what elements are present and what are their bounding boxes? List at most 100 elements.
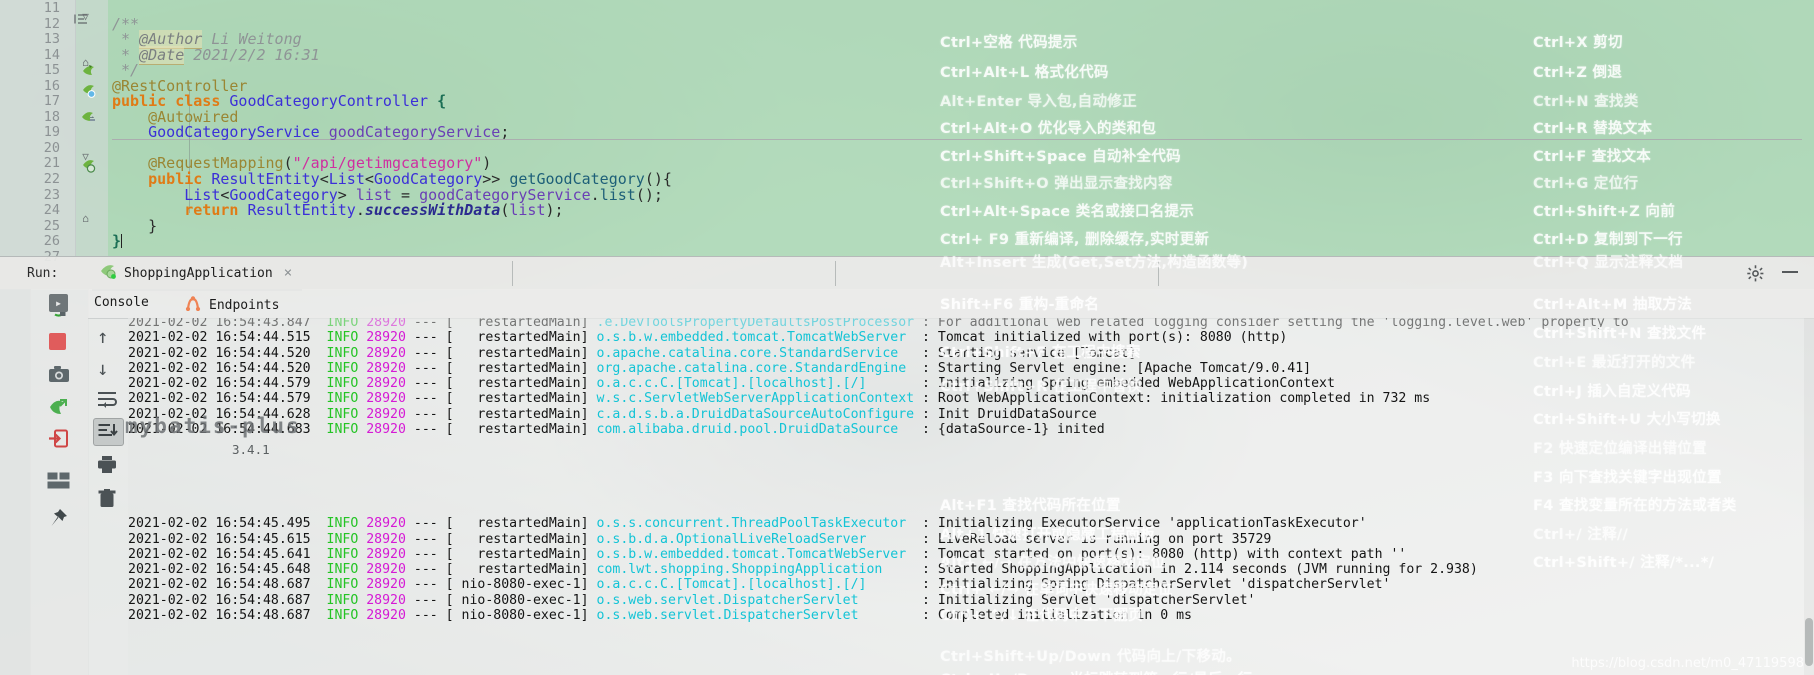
shortcut-hint-right-16: F4 查找变量所在的方法或者类 [1533,498,1737,514]
shortcut-hint-right-4: Ctrl+F 查找文本 [1533,149,1652,165]
shortcut-hint-right-0: Ctrl+X 剪切 [1533,35,1623,51]
shortcut-hint-right-8: Ctrl+Q 显示注释文档 [1533,255,1684,271]
endpoints-icon [184,295,202,315]
console-log-line: 2021-02-02 16:54:45.495 INFO 28920 --- [… [128,516,1367,532]
line-number: 26 [43,233,60,250]
bean-autowired-icon[interactable] [81,110,96,125]
code-line: } [148,216,158,235]
shortcut-hint-right-13: Ctrl+Shift+U 大小写切换 [1533,412,1721,428]
tab-endpoints-label: Endpoints [209,297,280,313]
spring-boot-run-icon [100,263,117,283]
line-number-column: 1112131415161718192021222324252627 [0,0,60,265]
shortcut-hint-right-11: Ctrl+E 最近打开的文件 [1533,355,1696,371]
shortcut-hint-right-15: F3 向下查找关键字出现位置 [1533,470,1722,486]
line-number: 14 [43,46,60,63]
shortcut-hint-left-16: Ctrl+ ↑/↓ 在代码中上下翻页 [940,608,1143,624]
close-icon[interactable]: × [284,265,292,281]
fold-end-icon-2[interactable]: ⌂ [80,213,91,224]
thread-dump-icon[interactable] [48,397,70,419]
line-number: 13 [43,31,60,48]
run-tab-label: ShoppingApplication [124,265,273,281]
exit-icon[interactable] [48,429,70,451]
shortcut-hint-left-11: Ctrl+Shift+R 在工程中替换 [940,379,1142,395]
shortcut-hint-right-17: Ctrl+/ 注释// [1533,527,1629,543]
spring-bean-icon[interactable] [81,63,96,78]
console-log-line: 2021-02-02 16:54:45.648 INFO 28920 --- [… [128,562,1478,578]
tab-console[interactable]: Console [94,295,149,310]
shortcut-hint-right-14: F2 快速定位编译出错位置 [1533,441,1707,457]
code-line: * @Date 2021/2/2 16:31 [112,45,320,65]
line-number: 23 [43,186,60,203]
shortcut-hint-left-12: Alt+F1 查找代码所在位置 [940,498,1121,514]
pin-icon[interactable] [49,508,71,530]
runbar-divider-2 [835,261,836,286]
spring-endpoint-icon[interactable] [81,158,96,173]
fold-arrow-icon[interactable]: ▽ [80,11,91,22]
line-number: 12 [43,15,60,32]
console-log-line: 2021-02-02 16:54:44.579 INFO 28920 --- [… [128,376,1335,391]
line-number: 11 [43,0,60,16]
shortcut-hint-left-4: Ctrl+Shift+Space 自动补全代码 [940,149,1181,165]
shortcut-hint-left-7: Ctrl+ F9 重新编译, 删除缓存,实时更新 [940,232,1210,248]
run-actions-column[interactable] [30,289,89,675]
shortcut-hint-right-10: Ctrl+Shift+N 查找文件 [1533,326,1707,342]
clear-all-icon[interactable] [98,489,120,511]
shortcut-hint-left-5: Ctrl+Shift+O 弹出显示查找内容 [940,176,1173,192]
shortcut-hint-right-2: Ctrl+N 查找类 [1533,94,1639,110]
scroll-down-icon[interactable]: ↓ [97,360,119,382]
console-scrollbar-thumb[interactable] [1805,618,1813,666]
tab-endpoints[interactable]: Endpoints [184,295,279,315]
console-log-line: 2021-02-02 16:54:44.579 INFO 28920 --- [… [128,391,1431,407]
shortcut-hint-right-5: Ctrl+G 定位行 [1533,176,1639,192]
console-log-line: 2021-02-02 16:54:48.687 INFO 28920 --- [… [128,577,1391,593]
camera-icon[interactable] [48,365,70,387]
shortcut-hint-left-3: Ctrl+Alt+O 优化导入的类和包 [940,121,1157,137]
line-number: 16 [43,77,60,94]
line-number: 22 [43,171,60,188]
left-toolwindow-strip[interactable]: 2: Favorites ★ Web [0,289,31,675]
code-text[interactable]: /** * @Author Li Weitong * @Date 2021/2/… [112,0,672,265]
runbar-divider-1 [512,261,513,286]
gear-icon[interactable] [1747,265,1764,282]
shortcut-hint-right-12: Ctrl+J 插入自定义代码 [1533,384,1691,400]
console-log-line: 2021-02-02 16:54:44.520 INFO 28920 --- [… [128,360,1312,376]
console-actions-column[interactable]: ↑ ↓ [88,318,128,675]
soft-wrap-icon[interactable] [96,390,118,412]
mybatis-plus-banner: mybatis-plus [125,414,301,438]
shortcut-hint-left-15: Ctrl+ ←/→ 在单词中快速移动定位 [940,582,1173,598]
shortcut-hint-right-6: Ctrl+Shift+Z 向前 [1533,204,1676,220]
line-number: 19 [43,124,60,141]
shortcut-hint-right-1: Ctrl+Z 倒退 [1533,65,1623,81]
run-tab-shoppingapplication[interactable]: ShoppingApplication × [92,257,303,291]
shortcut-hint-right-7: Ctrl+D 复制到下一行 [1533,232,1683,248]
layout-icon[interactable] [47,472,70,494]
line-number: 20 [43,139,60,156]
shortcut-hint-left-18: Ctrl+ Up/Down 光标跳转到第一行/最后一行 [940,668,1253,675]
console-scrollbar[interactable] [1804,318,1814,675]
line-number: 25 [43,217,60,234]
shortcut-hint-right-9: Ctrl+Alt+M 抽取方法 [1533,297,1693,313]
minimize-icon[interactable] [1782,271,1798,273]
shortcut-hint-right-18: Ctrl+Shift+/ 注释/*...*/ [1533,555,1715,571]
console-log-line: 2021-02-02 16:54:45.641 INFO 28920 --- [… [128,546,1407,562]
shortcut-hint-left-1: Ctrl+Alt+L 格式化代码 [940,65,1109,81]
line-number: 17 [43,93,60,110]
stop-icon[interactable] [49,333,66,350]
line-number: 21 [43,155,60,172]
run-label: Run: [27,266,59,281]
code-line: } [112,232,123,251]
line-number: 15 [43,62,60,79]
mybatis-plus-version: 3.4.1 [232,442,270,457]
line-number: 18 [43,108,60,125]
shortcut-hint-left-13: Alt+1 快速打开或隐藏工程面板 [940,527,1156,543]
console-log-line: 2021-02-02 16:54:43.847 INFO 28920 --- [… [128,318,1629,330]
scroll-to-end-icon[interactable] [93,418,124,446]
tab-console-label: Console [94,295,149,310]
scroll-up-icon[interactable]: ↑ [97,328,119,350]
print-icon[interactable] [97,455,119,477]
line-number: 24 [43,202,60,219]
shortcut-hint-left-14: Alt+ ←/→ 在方法中快速移动定位 [940,555,1166,571]
spring-controller-icon[interactable] [81,83,96,98]
expand-icon[interactable]: ▸ [49,294,68,312]
